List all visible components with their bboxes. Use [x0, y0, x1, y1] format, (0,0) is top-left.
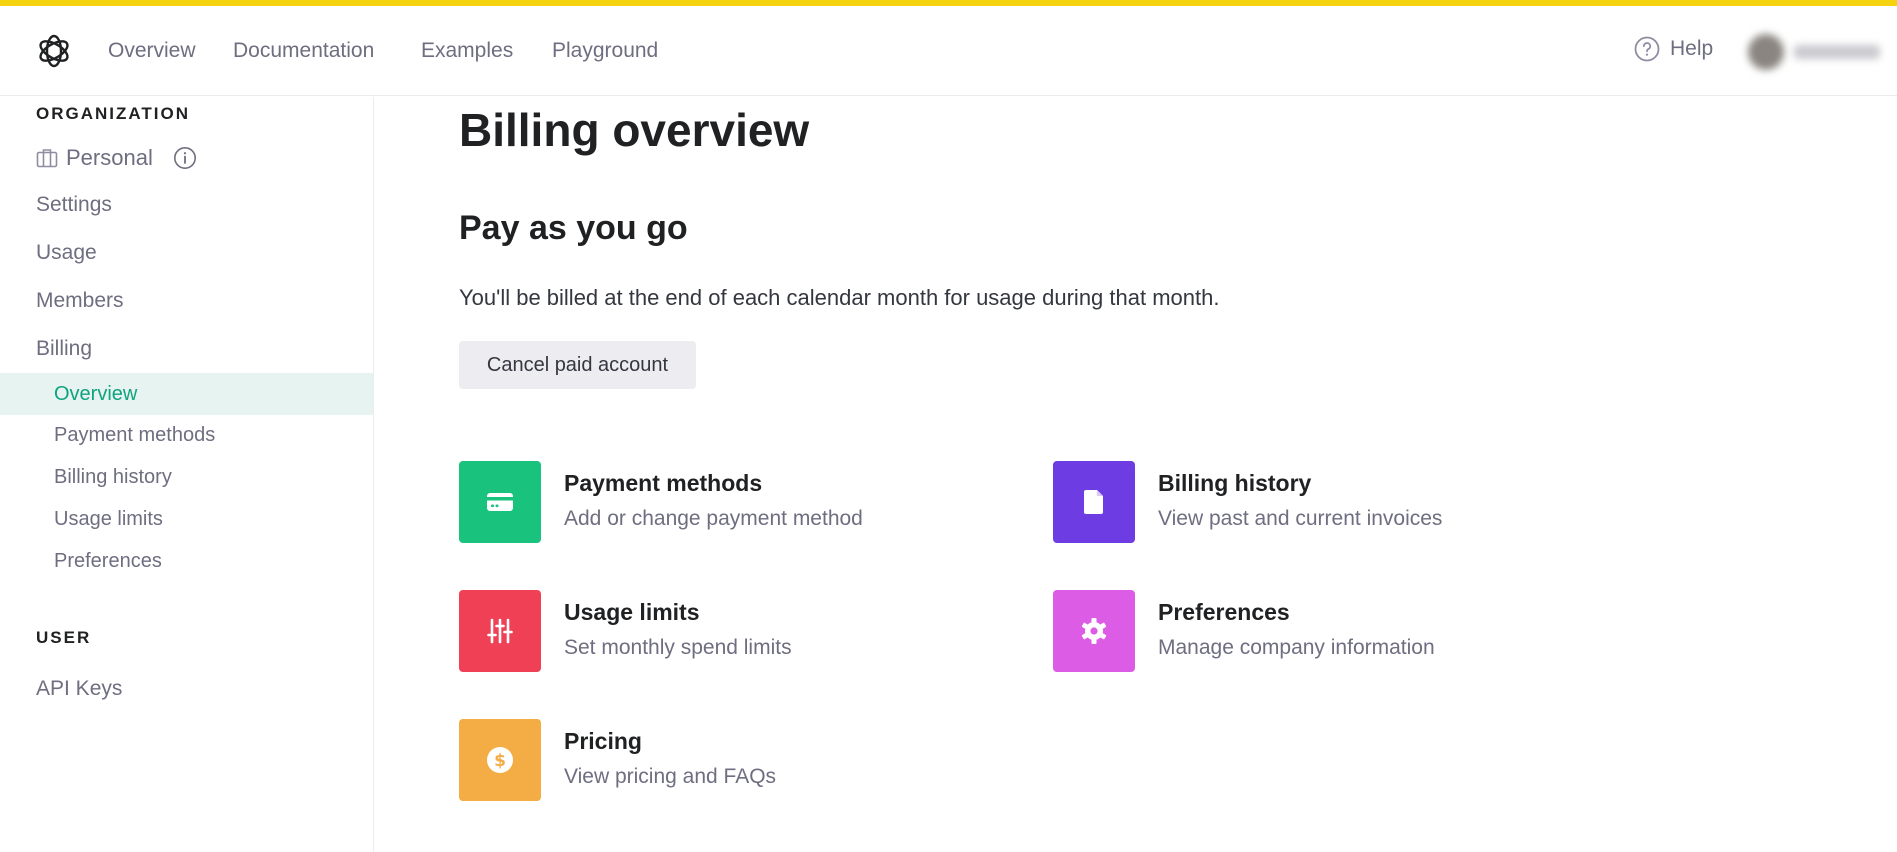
card-usage-limits[interactable]: Usage limits Set monthly spend limits: [459, 590, 979, 672]
sidebar-subitem-billing-history[interactable]: Billing history: [54, 466, 172, 489]
credit-card-icon: [487, 493, 513, 511]
card-payment-methods-title: Payment methods: [564, 470, 763, 496]
card-usage-limits-icon-tile: [459, 590, 541, 672]
card-billing-history-title: Billing history: [1158, 470, 1312, 496]
sidebar: ORGANIZATION Personal Settings Usage Mem…: [0, 97, 374, 852]
page-title: Billing overview: [459, 104, 810, 156]
openai-logo-icon[interactable]: [34, 31, 74, 71]
dollar-icon: $: [487, 747, 513, 773]
help-label: Help: [1670, 37, 1714, 60]
card-pricing-icon-tile: $: [459, 719, 541, 801]
sliders-icon: [487, 618, 513, 644]
top-navbar: Overview Documentation Examples Playgrou…: [0, 6, 1897, 96]
sidebar-subitem-overview[interactable]: Overview: [0, 373, 373, 415]
card-preferences-title: Preferences: [1158, 599, 1290, 625]
sidebar-subitem-usage-limits[interactable]: Usage limits: [54, 508, 163, 531]
card-usage-limits-subtitle: Set monthly spend limits: [564, 636, 792, 659]
account-name-redacted: [1794, 45, 1880, 59]
card-billing-history[interactable]: Billing history View past and current in…: [1053, 461, 1573, 543]
svg-text:$: $: [494, 751, 506, 771]
account-menu[interactable]: [1742, 29, 1890, 75]
main-content: Billing overview Pay as you go You'll be…: [459, 97, 1859, 852]
card-billing-history-icon-tile: [1053, 461, 1135, 543]
sidebar-item-billing[interactable]: Billing: [36, 337, 92, 361]
plan-title: Pay as you go: [459, 209, 688, 247]
document-icon: [1084, 490, 1103, 514]
gear-icon: [1081, 618, 1107, 644]
nav-overview-link[interactable]: Overview: [108, 39, 196, 63]
sidebar-section-user: USER: [36, 628, 92, 647]
card-payment-methods-subtitle: Add or change payment method: [564, 507, 863, 530]
avatar: [1748, 34, 1784, 70]
briefcase-icon: [36, 149, 58, 168]
cancel-paid-account-button[interactable]: Cancel paid account: [459, 341, 696, 389]
card-preferences-icon-tile: [1053, 590, 1135, 672]
card-pricing[interactable]: $ Pricing View pricing and FAQs: [459, 719, 979, 801]
sidebar-item-members[interactable]: Members: [36, 289, 124, 313]
sidebar-subitem-overview-label: Overview: [54, 383, 138, 405]
sidebar-subitem-preferences[interactable]: Preferences: [54, 550, 162, 573]
card-pricing-subtitle: View pricing and FAQs: [564, 765, 777, 788]
sidebar-subitem-payment-methods[interactable]: Payment methods: [54, 424, 215, 447]
sidebar-item-api-keys[interactable]: API Keys: [36, 677, 122, 701]
nav-playground-link[interactable]: Playground: [552, 39, 658, 63]
sidebar-item-settings[interactable]: Settings: [36, 193, 112, 217]
card-billing-history-subtitle: View past and current invoices: [1158, 507, 1443, 530]
card-payment-methods-icon-tile: [459, 461, 541, 543]
organization-name: Personal: [66, 145, 153, 170]
plan-description: You'll be billed at the end of each cale…: [459, 285, 1220, 310]
question-circle-icon: [1634, 36, 1660, 62]
nav-documentation-link[interactable]: Documentation: [233, 39, 374, 63]
help-button[interactable]: Help: [1634, 36, 1713, 62]
card-preferences-subtitle: Manage company information: [1158, 636, 1435, 659]
sidebar-section-organization: ORGANIZATION: [36, 104, 191, 123]
card-usage-limits-title: Usage limits: [564, 599, 700, 625]
sidebar-item-usage[interactable]: Usage: [36, 241, 97, 265]
card-pricing-title: Pricing: [564, 728, 642, 754]
organization-selector[interactable]: Personal: [36, 145, 197, 171]
card-preferences[interactable]: Preferences Manage company information: [1053, 590, 1573, 672]
nav-examples-link[interactable]: Examples: [421, 39, 513, 63]
info-icon[interactable]: [173, 146, 197, 170]
card-payment-methods[interactable]: Payment methods Add or change payment me…: [459, 461, 979, 543]
